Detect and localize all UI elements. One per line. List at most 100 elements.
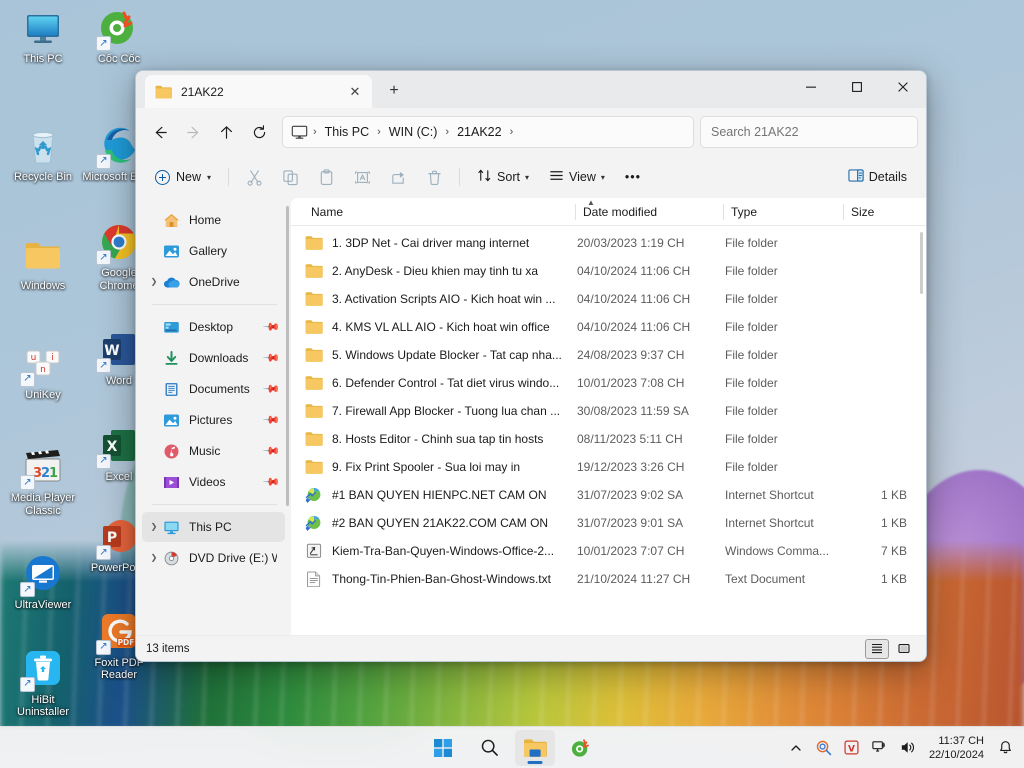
sort-button[interactable]: Sort ▾ — [468, 162, 538, 192]
table-row[interactable]: 6. Defender Control - Tat diet virus win… — [293, 369, 924, 397]
file-name-cell: 5. Windows Update Blocker - Tat cap nha.… — [305, 347, 577, 363]
taskbar-coccoc-button[interactable] — [561, 730, 601, 766]
table-row[interactable]: #2 BAN QUYEN 21AK22.COM CAM ON 31/07/2023… — [293, 509, 924, 537]
rename-button[interactable] — [345, 162, 379, 192]
folder-icon — [305, 263, 323, 279]
breadcrumb-win-c[interactable]: WIN (C:) — [382, 122, 445, 142]
network-icon[interactable] — [867, 731, 893, 765]
table-row[interactable]: Thong-Tin-Phien-Ban-Ghost-Windows.txt 21/… — [293, 565, 924, 593]
taskbar-file-explorer-button[interactable] — [515, 729, 555, 766]
table-row[interactable]: 1. 3DP Net - Cai driver mang internet 20/… — [293, 229, 924, 257]
back-button[interactable] — [144, 116, 177, 148]
paste-button[interactable] — [309, 162, 343, 192]
sidebar-item-videos[interactable]: Videos 📌 — [142, 467, 285, 497]
desktop-icon-this-pc[interactable]: This PC — [4, 2, 82, 68]
table-row[interactable]: 3. Activation Scripts AIO - Kich hoat wi… — [293, 285, 924, 313]
refresh-button[interactable] — [243, 116, 276, 148]
sidebar-item-dvd-drive[interactable]: ❯ DVD Drive (E:) W — [142, 543, 285, 573]
new-tab-button[interactable]: + — [380, 77, 408, 105]
tray-overflow-button[interactable] — [783, 731, 809, 765]
taskbar[interactable]: V 11:37 CH 22/10/2024 — [0, 726, 1024, 768]
file-explorer-window[interactable]: 21AK22 ✕ + › This PC › WIN (C:) › 21AK22… — [135, 70, 927, 662]
sidebar-item-downloads[interactable]: Downloads 📌 — [142, 343, 285, 373]
sidebar-item-gallery[interactable]: Gallery — [142, 236, 285, 266]
table-row[interactable]: #1 BAN QUYEN HIENPC.NET CAM ON 31/07/2023… — [293, 481, 924, 509]
tab-21ak22[interactable]: 21AK22 ✕ — [145, 75, 372, 108]
table-row[interactable]: 7. Firewall App Blocker - Tuong lua chan… — [293, 397, 924, 425]
sidebar-item-label: Home — [189, 213, 222, 227]
cut-button[interactable] — [237, 162, 271, 192]
clock[interactable]: 11:37 CH 22/10/2024 — [923, 731, 990, 765]
address-bar[interactable]: › This PC › WIN (C:) › 21AK22 › — [282, 116, 694, 148]
search-box[interactable] — [700, 116, 918, 148]
pin-icon[interactable]: 📌 — [262, 380, 280, 398]
sidebar-item-label: Documents — [189, 382, 250, 396]
desktop-icon-windows-folder[interactable]: Windows — [4, 229, 82, 295]
chevron-right-icon[interactable]: ❯ — [146, 523, 162, 531]
start-button[interactable] — [423, 730, 463, 766]
search-button[interactable] — [469, 730, 509, 766]
more-options-button[interactable]: ••• — [616, 162, 650, 192]
home-icon — [162, 212, 181, 229]
sidebar-scrollbar[interactable] — [286, 206, 289, 506]
sidebar-item-label: Gallery — [189, 244, 228, 258]
desktop-icon-hibit-uninstaller[interactable]: ↗ HiBit Uninstaller — [4, 643, 82, 721]
table-row[interactable]: Kiem-Tra-Ban-Quyen-Windows-Office-2... 10… — [293, 537, 924, 565]
desktop-icon-coccoc[interactable]: ↗ Cốc Cốc — [80, 2, 158, 68]
desktop-icon-recycle-bin[interactable]: Recycle Bin — [4, 120, 82, 186]
table-row[interactable]: 2. AnyDesk - Dieu khien may tinh tu xa 04… — [293, 257, 924, 285]
column-header-date-modified[interactable]: Date modified — [575, 198, 723, 226]
sidebar-item-documents[interactable]: Documents 📌 — [142, 374, 285, 404]
large-icons-view-toggle[interactable] — [892, 639, 916, 659]
maximize-button[interactable] — [834, 71, 880, 103]
sidebar-item-pictures[interactable]: Pictures 📌 — [142, 405, 285, 435]
sidebar-item-onedrive[interactable]: ❯ OneDrive — [142, 267, 285, 297]
sidebar-item-home[interactable]: Home — [142, 205, 285, 235]
forward-button[interactable] — [177, 116, 210, 148]
details-view-toggle[interactable] — [865, 638, 889, 659]
pin-icon[interactable]: 📌 — [262, 442, 280, 460]
desktop[interactable]: This PC Recycle Bin Windows u i n ↗ UniK… — [0, 0, 1024, 768]
table-row[interactable]: 4. KMS VL ALL AIO - Kich hoat win office… — [293, 313, 924, 341]
tray-search-icon[interactable] — [811, 731, 837, 765]
table-row[interactable]: 5. Windows Update Blocker - Tat cap nha.… — [293, 341, 924, 369]
sidebar-item-desktop[interactable]: Desktop 📌 — [142, 312, 285, 342]
pin-icon[interactable]: 📌 — [262, 411, 280, 429]
minimize-button[interactable] — [788, 71, 834, 103]
tab-title: 21AK22 — [181, 84, 224, 99]
pin-icon[interactable]: 📌 — [262, 473, 280, 491]
notification-bell-icon[interactable] — [992, 731, 1018, 765]
desktop-icon-unikey[interactable]: u i n ↗ UniKey — [4, 338, 82, 404]
view-button[interactable]: View ▾ — [540, 162, 614, 192]
up-button[interactable] — [210, 116, 243, 148]
breadcrumb-21ak22[interactable]: 21AK22 — [450, 122, 508, 142]
table-row[interactable]: 9. Fix Print Spooler - Sua loi may in 19/… — [293, 453, 924, 481]
sidebar-item-music[interactable]: Music 📌 — [142, 436, 285, 466]
table-row[interactable]: 8. Hosts Editor - Chinh sua tap tin host… — [293, 425, 924, 453]
details-pane-button[interactable]: Details — [839, 162, 916, 192]
close-button[interactable] — [880, 71, 926, 103]
chevron-right-icon[interactable]: ❯ — [146, 278, 162, 286]
file-list-scrollbar[interactable] — [920, 232, 923, 294]
new-button[interactable]: New ▾ — [146, 162, 220, 192]
column-header-size[interactable]: Size — [843, 198, 913, 226]
copy-button[interactable] — [273, 162, 307, 192]
breadcrumb-this-pc[interactable]: This PC — [318, 122, 376, 142]
desktop-icon-ultraviewer[interactable]: ↗ UltraViewer — [4, 548, 82, 614]
share-button[interactable] — [381, 162, 415, 192]
navigation-pane[interactable]: Home Gallery ❯ OneDrive Desktop 📌 Downlo… — [136, 198, 291, 635]
search-input[interactable] — [711, 125, 907, 139]
column-header-name[interactable]: Name — [303, 198, 575, 226]
desktop-icon-media-player-classic[interactable]: 3 2 1 ↗ Media Player Classic — [4, 441, 82, 519]
tray-unikey-icon[interactable]: V — [839, 731, 865, 765]
file-list-area[interactable]: Name Date modified Type Size ▲ 1. 3DP Ne… — [291, 198, 926, 635]
pin-icon[interactable]: 📌 — [262, 349, 280, 367]
window-titlebar[interactable]: 21AK22 ✕ + — [136, 71, 926, 108]
delete-button[interactable] — [417, 162, 451, 192]
close-icon[interactable]: ✕ — [344, 81, 366, 103]
pin-icon[interactable]: 📌 — [262, 318, 280, 336]
volume-icon[interactable] — [895, 731, 921, 765]
chevron-right-icon[interactable]: ❯ — [146, 554, 162, 562]
column-header-type[interactable]: Type — [723, 198, 843, 226]
sidebar-item-this-pc[interactable]: ❯ This PC — [142, 512, 285, 542]
